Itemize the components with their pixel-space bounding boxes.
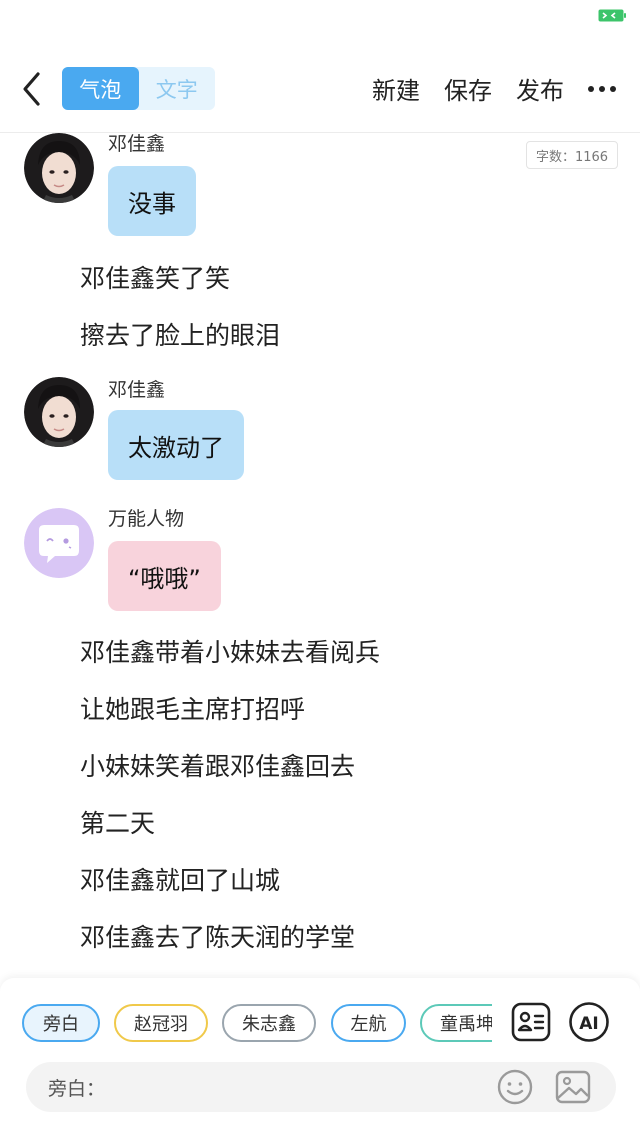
emoji-icon[interactable]: [496, 1068, 534, 1106]
more-icon[interactable]: [588, 79, 616, 99]
avatar: [24, 133, 94, 203]
narration-line[interactable]: 小妹妹笑着跟邓佳鑫回去: [80, 747, 355, 783]
new-button[interactable]: 新建: [372, 71, 420, 106]
image-icon[interactable]: [554, 1068, 592, 1106]
word-count-badge: 字数：1166: [526, 141, 618, 169]
character-chip[interactable]: 童禹坤: [420, 1004, 492, 1042]
narration-line[interactable]: 第二天: [80, 804, 155, 840]
narration-line[interactable]: 邓佳鑫去了陈天润的学堂: [80, 918, 355, 954]
character-selector: 旁白 赵冠羽 朱志鑫 左航 童禹坤: [22, 1004, 492, 1042]
message-bubble[interactable]: 没事: [108, 166, 196, 236]
mode-bubble-tab[interactable]: 气泡: [62, 67, 139, 110]
bottom-input-panel: 旁白 赵冠羽 朱志鑫 左航 童禹坤 AI 旁白：: [0, 978, 640, 1138]
message-bubble[interactable]: “哦哦”: [108, 541, 221, 611]
narration-line[interactable]: 让她跟毛主席打招呼: [80, 690, 305, 726]
ai-label: AI: [579, 1014, 598, 1034]
message-bubble[interactable]: 太激动了: [108, 410, 244, 480]
ai-icon[interactable]: AI: [568, 1001, 610, 1043]
battery-icon: [598, 9, 626, 22]
narration-line[interactable]: 邓佳鑫带着小妹妹去看阅兵: [80, 633, 380, 669]
narration-line[interactable]: 邓佳鑫就回了山城: [80, 861, 280, 897]
character-chip[interactable]: 朱志鑫: [222, 1004, 316, 1042]
character-chip[interactable]: 左航: [331, 1004, 406, 1042]
character-chip[interactable]: 赵冠羽: [114, 1004, 208, 1042]
speaker-name: 邓佳鑫: [108, 379, 166, 401]
role-list-icon[interactable]: [510, 1001, 552, 1043]
input-speaker-prefix: 旁白：: [48, 1077, 106, 1100]
mode-text-tab[interactable]: 文字: [139, 67, 216, 110]
speaker-name: 万能人物: [108, 508, 185, 530]
back-icon[interactable]: [18, 69, 48, 109]
publish-button[interactable]: 发布: [516, 71, 564, 106]
input-bar: 旁白：: [26, 1062, 616, 1112]
narration-line[interactable]: 邓佳鑫笑了笑: [80, 259, 230, 295]
top-toolbar: 气泡 文字 新建 保存 发布: [0, 55, 640, 121]
character-chip-narrator[interactable]: 旁白: [22, 1004, 100, 1042]
narration-line[interactable]: 擦去了脸上的眼泪: [80, 316, 280, 352]
header-actions: 新建 保存 发布: [372, 67, 616, 110]
universal-character-avatar: [24, 508, 94, 578]
status-bar: [0, 0, 640, 40]
mode-toggle: 气泡 文字: [62, 67, 215, 110]
avatar: [24, 377, 94, 447]
editor-screen: 气泡 文字 新建 保存 发布 邓佳鑫 没事 字数：1166 邓佳鑫笑了笑 擦去了…: [0, 0, 640, 1138]
message-input[interactable]: [106, 1070, 406, 1104]
speaker-name: 邓佳鑫: [108, 133, 166, 155]
save-button[interactable]: 保存: [444, 71, 492, 106]
story-content[interactable]: 邓佳鑫 没事 字数：1166 邓佳鑫笑了笑 擦去了脸上的眼泪 邓佳鑫 太激动了: [0, 133, 640, 975]
